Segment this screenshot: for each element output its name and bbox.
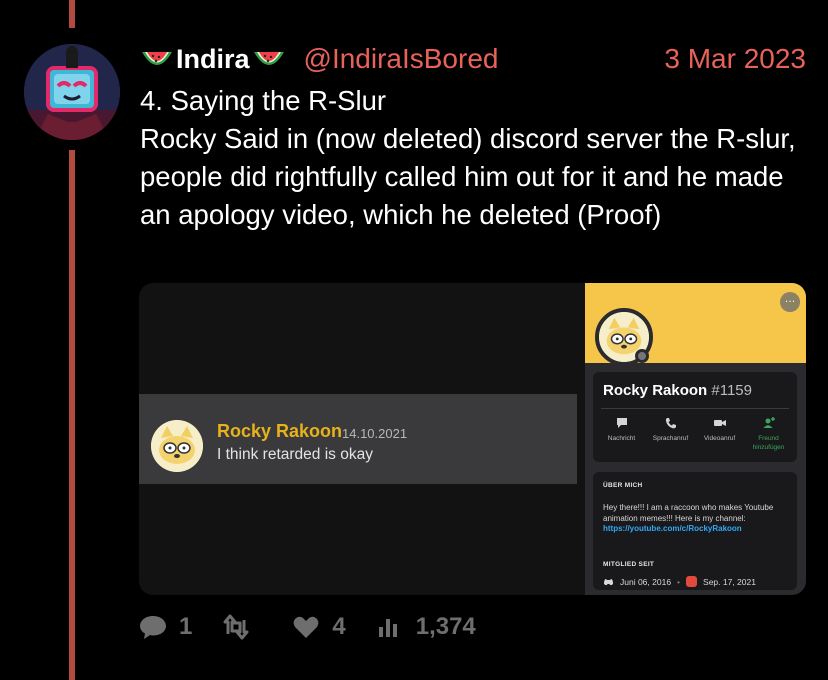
tweet-text: 4. Saying the R-Slur Rocky Said in (now … — [140, 82, 820, 234]
user-handle[interactable]: @IndiraIsBored — [304, 43, 499, 75]
views-icon — [378, 619, 397, 637]
heart-icon — [293, 616, 319, 638]
tweet-text-line: 4. Saying the R-Slur — [140, 85, 387, 116]
action-label: Sprachanruf — [652, 435, 689, 442]
more-options-button: … — [780, 292, 800, 312]
like-button[interactable]: 4 — [292, 613, 346, 641]
action-label: Nachricht — [607, 435, 636, 442]
about-text: Hey there!!! I am a raccoon who makes Yo… — [603, 503, 793, 535]
about-heading: ÜBER MICH — [603, 482, 643, 489]
thread-line-top — [69, 0, 75, 28]
message-icon — [616, 418, 627, 428]
message-date: 14.10.2021 — [342, 426, 408, 441]
avatar[interactable] — [24, 44, 120, 140]
action-message: Nachricht — [597, 416, 646, 452]
separator-dot: • — [677, 576, 681, 587]
channel-link: https://youtube.com/c/RockyRakoon — [603, 524, 742, 533]
action-voice-call: Sprachanruf — [646, 416, 695, 452]
status-offline-icon — [635, 349, 649, 363]
display-name[interactable]: Indira — [176, 44, 250, 75]
reply-icon — [140, 616, 166, 639]
watermelon-icon — [253, 52, 284, 65]
retweet-button[interactable] — [222, 614, 262, 640]
phone-icon — [665, 418, 676, 429]
reply-count: 1 — [179, 613, 193, 640]
engagement-bar: 1 4 1,374 — [139, 610, 506, 644]
message-text: I think retarded is okay — [217, 446, 373, 463]
action-video-call: Videoanruf — [695, 416, 744, 452]
discord-since-date: Juni 06, 2016 — [620, 576, 672, 587]
raccoon-avatar-image — [151, 420, 203, 472]
server-since-date: Sep. 17, 2021 — [703, 576, 756, 587]
about-body: Hey there!!! I am a raccoon who makes Yo… — [603, 503, 774, 523]
thread-line-bottom — [69, 150, 75, 680]
profile-username: Rocky Rakoon — [603, 382, 708, 399]
tweet-date[interactable]: 3 Mar 2023 — [664, 43, 806, 75]
tweet-header: Indira @IndiraIsBored 3 Mar 2023 — [140, 40, 806, 78]
author-name-block[interactable]: Indira — [140, 44, 286, 75]
divider — [601, 408, 789, 409]
view-count: 1,374 — [415, 613, 476, 640]
message-avatar — [151, 420, 203, 472]
views-button[interactable]: 1,374 — [376, 613, 476, 641]
profile-about-card: ÜBER MICH Hey there!!! I am a raccoon wh… — [593, 472, 797, 590]
action-add-friend: Freund hinzufügen — [744, 416, 793, 452]
watermelon-icon — [142, 52, 172, 65]
profile-tag: #1159 — [711, 382, 752, 399]
member-since-heading: MITGLIED SEIT — [603, 561, 655, 568]
reply-button[interactable]: 1 — [139, 613, 192, 641]
tweet-text-line: Rocky Said in (now deleted) discord serv… — [140, 123, 796, 230]
retweet-icon — [223, 614, 249, 640]
profile-actions: Nachricht Sprachanruf Videoanruf Freund … — [597, 416, 793, 452]
message-author: Rocky Rakoon — [217, 421, 343, 441]
video-icon — [713, 420, 726, 426]
add-friend-icon — [763, 417, 775, 428]
discord-profile-card: … Rocky Rakoon #1159 Nachricht Sprachanr… — [585, 283, 806, 595]
attached-image[interactable]: Rocky Rakoon 14.10.2021 I think retarded… — [139, 283, 806, 595]
like-count: 4 — [332, 613, 346, 640]
action-label: Freund hinzufügen — [752, 435, 785, 451]
profile-name: Rocky Rakoon #1159 — [603, 382, 752, 399]
member-since-row: Juni 06, 2016 • Sep. 17, 2021 — [603, 576, 756, 587]
profile-name-card: Rocky Rakoon #1159 Nachricht Sprachanruf… — [593, 372, 797, 462]
action-label: Videoanruf — [703, 435, 736, 442]
discord-message: Rocky Rakoon 14.10.2021 I think retarded… — [139, 394, 577, 484]
avatar-image — [24, 44, 120, 140]
server-icon — [686, 576, 698, 587]
discord-icon — [604, 578, 613, 585]
